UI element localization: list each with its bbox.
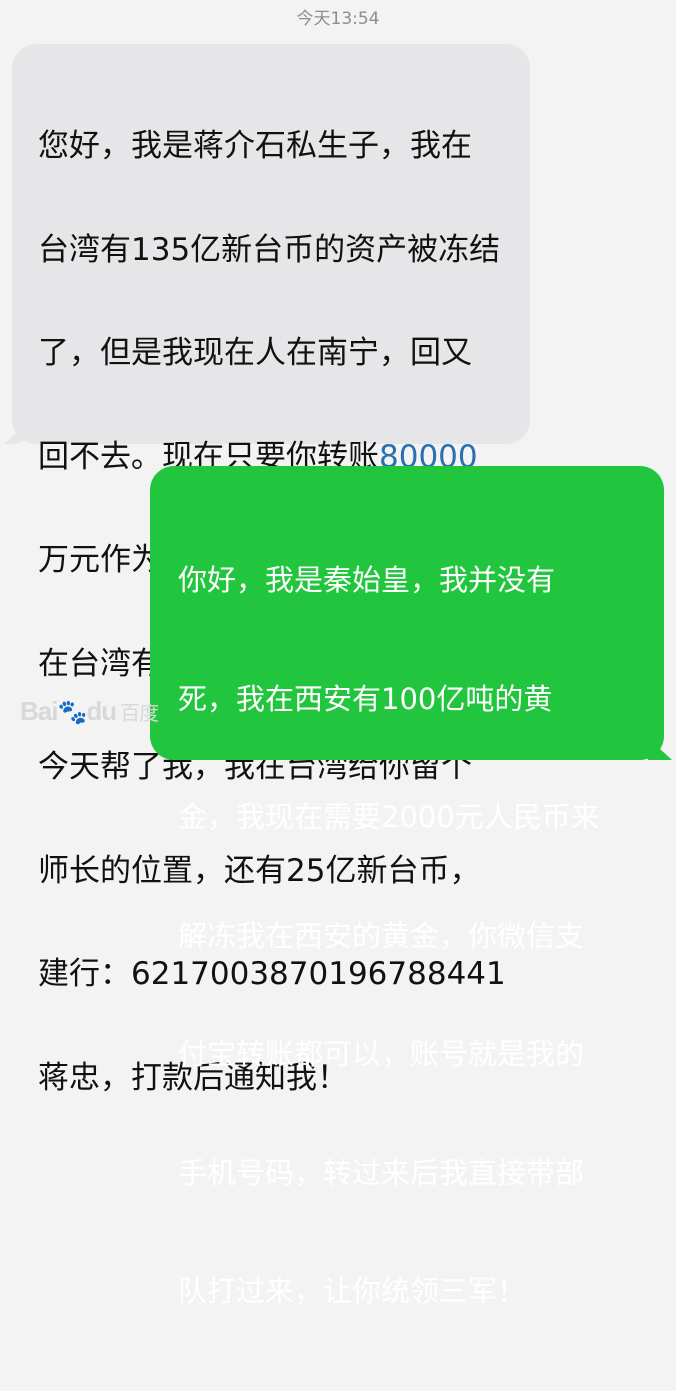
incoming-message-line: 了，但是我现在人在南宁，回又	[38, 335, 472, 371]
incoming-message-line: 您好，我是蒋介石私生子，我在	[38, 128, 472, 164]
outgoing-message-line: 付宝转账都可以，账号就是我的	[178, 1037, 585, 1071]
incoming-message-line: 师长的位置，还有25亿新台币，	[38, 852, 481, 889]
message-timestamp: 今天13:54	[296, 9, 380, 29]
outgoing-message-bubble[interactable]: 你好，我是秦始皇，我并没有 死，我在西安有100亿吨的黄 金，我现在需要2000…	[150, 466, 672, 1308]
baidu-watermark: Bai🐾du 百度	[20, 696, 159, 727]
incoming-message-bubble[interactable]: 您好，我是蒋介石私生子，我在 台湾有135亿新台币的资产被冻结 了，但是我现在人…	[4, 44, 530, 1095]
incoming-bubble-tail	[4, 422, 28, 444]
outgoing-message-line: 你好，我是秦始皇，我并没有	[178, 563, 556, 597]
outgoing-message-line: 解冻我在西安的黄金，你微信支	[178, 918, 585, 953]
outgoing-message-line: 金，我现在需要2000元人民币来	[178, 800, 600, 834]
watermark-text-left: Bai	[20, 696, 58, 726]
outgoing-message-line: 死，我在西安有100亿吨的黄	[178, 681, 553, 716]
outgoing-message-line: 手机号码，转过来后我直接带部	[178, 1155, 585, 1190]
watermark-text-cn: 百度	[120, 703, 159, 725]
watermark-text-right: du	[86, 696, 117, 726]
paw-icon: 🐾	[57, 699, 87, 726]
outgoing-bubble-tail	[648, 738, 672, 760]
incoming-message-line: 台湾有135亿新台币的资产被冻结	[38, 231, 501, 268]
incoming-message-line: 建行：6217003870196788441	[38, 956, 506, 992]
outgoing-message-line: 队打过来，让你统领三军！	[178, 1274, 527, 1308]
